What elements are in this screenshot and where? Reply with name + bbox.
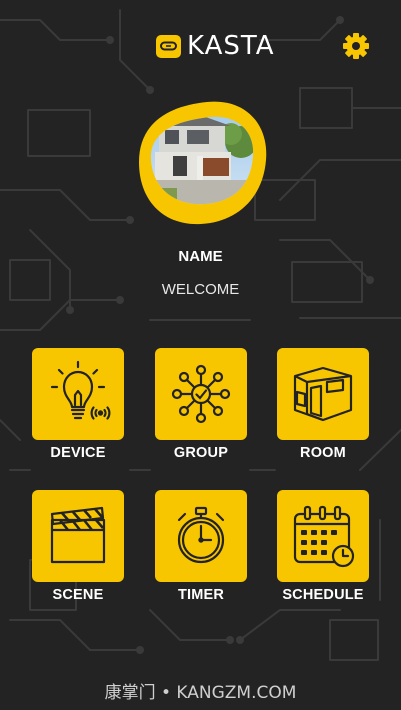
infinity-link-icon [156,34,181,58]
group-network-icon [171,364,231,424]
timer-label: TIMER [177,587,225,603]
group-tile[interactable]: GROUP [155,348,247,461]
watermark: 康掌门 • KANGZM.COM [104,683,297,703]
schedule-tile[interactable]: SCHEDULE [277,490,369,603]
device-tile[interactable]: DEVICE [32,348,124,461]
room-tile[interactable]: ROOM [277,348,369,461]
device-label: DEVICE [50,445,106,461]
gear-icon[interactable] [342,32,370,60]
scene-label: SCENE [52,587,104,603]
group-label: GROUP [173,445,229,461]
calendar-clock-icon [293,505,355,568]
bulb-icon [50,360,111,420]
brand-logo: KASTA [156,33,275,59]
brand-name: KASTA [187,31,275,61]
schedule-label: SCHEDULE [282,587,364,603]
profile-avatar[interactable] [137,98,269,226]
stopwatch-icon [177,506,225,564]
welcome-text: WELCOME [161,281,240,298]
room-icon [293,366,353,422]
timer-tile[interactable]: TIMER [155,490,247,603]
clapperboard-icon [50,506,106,564]
scene-tile[interactable]: SCENE [32,490,124,603]
room-label: ROOM [300,445,346,461]
app-header: KASTA [0,0,401,90]
profile-name: NAME [178,248,223,265]
